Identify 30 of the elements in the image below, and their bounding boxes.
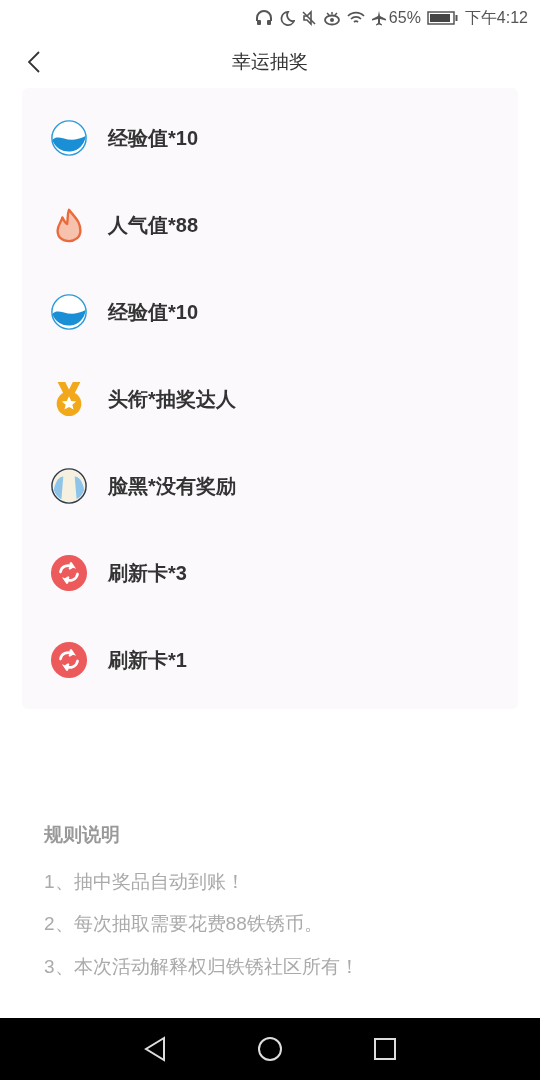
home-circle-icon[interactable] bbox=[257, 1036, 283, 1062]
prize-label: 刷新卡*1 bbox=[108, 647, 187, 673]
prize-label: 刷新卡*3 bbox=[108, 560, 187, 586]
battery-percent: 65% bbox=[388, 8, 421, 28]
wifi-icon bbox=[346, 10, 365, 26]
prize-label: 头衔*抽奖达人 bbox=[108, 386, 236, 412]
prize-label: 经验值*10 bbox=[108, 299, 199, 325]
back-triangle-icon[interactable] bbox=[143, 1036, 167, 1062]
eye-icon bbox=[322, 10, 341, 26]
back-icon bbox=[28, 51, 40, 73]
rule-text: 2、每次抽取需要花费88铁锈币。 bbox=[44, 912, 324, 936]
battery-icon bbox=[426, 10, 459, 26]
recents-square-icon[interactable] bbox=[373, 1037, 397, 1061]
clock-time: 下午4:12 bbox=[464, 8, 528, 28]
figure-icon bbox=[50, 466, 88, 505]
wave-icon bbox=[50, 118, 88, 157]
prize-label: 经验值*10 bbox=[108, 125, 199, 151]
airplane-icon bbox=[370, 10, 387, 26]
prize-label: 脸黑*没有奖励 bbox=[108, 473, 236, 499]
page-title: 幸运抽奖 bbox=[232, 49, 308, 74]
rules-title: 规则说明 bbox=[44, 823, 121, 847]
refresh-icon bbox=[50, 553, 88, 592]
rule-text: 3、本次活动解释权归铁锈社区所有！ bbox=[44, 954, 360, 979]
headphones-icon bbox=[254, 10, 273, 26]
rule-text: 1、抽中奖品自动到账！ bbox=[44, 869, 246, 894]
refresh-icon bbox=[50, 640, 88, 679]
wave-icon bbox=[50, 292, 88, 331]
mute-icon bbox=[300, 10, 317, 26]
prize-label: 人气值*88 bbox=[108, 212, 199, 238]
moon-icon bbox=[278, 10, 295, 26]
